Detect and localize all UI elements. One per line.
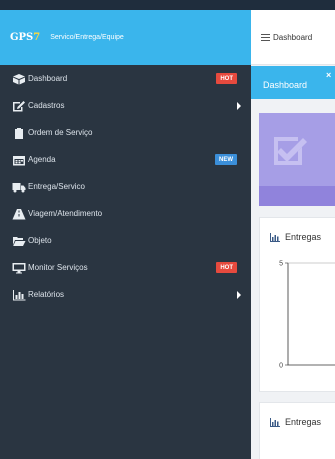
sidebar-item-cadastros[interactable]: Cadastros: [0, 92, 251, 119]
entregas-panel-2: Entregas: [259, 402, 335, 459]
panel-title: Entregas: [270, 417, 321, 427]
y-tick-label: 0: [279, 363, 283, 370]
sidebar-item-objeto[interactable]: Objeto: [0, 227, 251, 254]
hot-badge: HOT: [216, 73, 237, 84]
sidebar-item-relatorios[interactable]: Relatórios: [0, 281, 251, 308]
bar-chart-icon: [270, 417, 280, 427]
sidebar-item-label: Monitor Serviços: [28, 263, 88, 272]
hot-badge: HOT: [216, 262, 237, 273]
brand-logo[interactable]: GPS7: [10, 32, 40, 43]
edit-icon: [13, 100, 25, 111]
sidebar-item-label: Entrega/Servico: [28, 182, 85, 191]
sidebar-item-entrega-servico[interactable]: Entrega/Servico: [0, 173, 251, 200]
top-navbar: Dashboard: [251, 10, 335, 65]
chart-axis: [287, 263, 335, 366]
panel-title-text: Entregas: [285, 417, 322, 427]
monitor-icon: [12, 262, 26, 273]
checkbox-checked-icon: [274, 137, 307, 165]
clipboard-icon: [15, 127, 23, 139]
breadcrumb[interactable]: Dashboard: [273, 33, 312, 42]
sidebar-item-ordem-servico[interactable]: Ordem de Serviço: [0, 119, 251, 146]
sidebar-item-label: Cadastros: [28, 101, 65, 110]
sidebar-item-label: Agenda: [28, 155, 56, 164]
main-content: Entregas 50 Entregas: [251, 99, 335, 459]
sidebar-item-viagem-atendimento[interactable]: Viagem/Atendimento: [0, 200, 251, 227]
menu-toggle-icon[interactable]: [261, 33, 270, 41]
tab-dashboard[interactable]: Dashboard: [263, 80, 307, 90]
bar-chart-icon: [13, 289, 26, 300]
dashboard-icon: [13, 73, 25, 84]
sidebar: Dashboard HOT Cadastros Ordem de Serviço…: [0, 65, 251, 459]
tab-bar: Dashboard ×: [251, 66, 335, 99]
calendar-icon: [13, 155, 25, 165]
sidebar-item-label: Relatórios: [28, 290, 65, 299]
sidebar-item-agenda[interactable]: Agenda NEW: [0, 146, 251, 173]
chevron-right-icon: [237, 291, 241, 299]
y-tick-label: 5: [279, 261, 283, 268]
brand-bar: GPS7 Servico/Entrega/Equipe: [0, 10, 251, 65]
close-icon[interactable]: ×: [326, 70, 331, 80]
chevron-right-icon: [237, 102, 241, 110]
entregas-chart-panel: Entregas 50: [259, 217, 335, 392]
sidebar-item-label: Ordem de Serviço: [28, 128, 93, 137]
info-box: [259, 113, 335, 206]
folder-open-icon: [13, 236, 26, 246]
top-strip: [0, 0, 335, 10]
entregas-chart: 50: [279, 261, 335, 370]
info-box-footer[interactable]: [259, 186, 335, 206]
sidebar-item-label: Viagem/Atendimento: [28, 209, 103, 218]
road-icon: [12, 208, 26, 219]
sidebar-item-monitor-servicos[interactable]: Monitor Serviços HOT: [0, 254, 251, 281]
sidebar-item-dashboard[interactable]: Dashboard HOT: [0, 65, 251, 92]
sidebar-item-label: Dashboard: [28, 74, 68, 83]
sidebar-item-label: Objeto: [28, 236, 52, 245]
brand-subtitle: Servico/Entrega/Equipe: [50, 34, 124, 41]
truck-icon: [12, 182, 26, 192]
new-badge: NEW: [215, 154, 237, 165]
